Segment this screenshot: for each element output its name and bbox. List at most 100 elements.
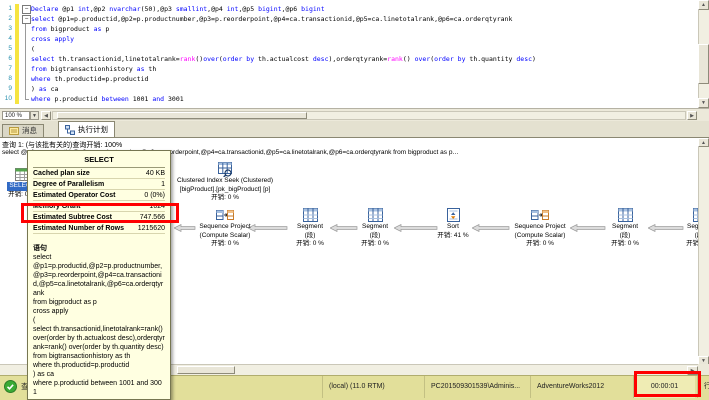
line-number: 8 [0, 74, 15, 84]
code-text: select @p1=p.productid,@p2=p.productnumb… [31, 14, 512, 24]
fold-guide [21, 94, 31, 104]
plan-scroll-up-icon[interactable]: ▲ [698, 138, 709, 147]
code-token: ) [31, 85, 39, 93]
line-number: 4 [0, 34, 15, 44]
code-token: bigtransactionhistory [51, 65, 137, 73]
tooltip-statement-line: select th.transactionid,linetotalrank=ra… [33, 325, 165, 352]
code-token: cross apply [31, 35, 74, 43]
tab-messages[interactable]: 消息 [2, 124, 44, 137]
scroll-right-icon[interactable]: ▶ [687, 111, 697, 120]
tooltip-rows: Cached plan size 40 KB Degree of Paralleli… [33, 168, 165, 234]
code-text: where th.productid=p.productid [31, 74, 148, 84]
tooltip-statement-line: cross apply [33, 307, 165, 316]
editor-hscroll-row: 100 % ▼ ◀ ▶ [0, 108, 709, 121]
clustered-index-seek-icon [217, 162, 233, 177]
code-token: ),orderqtyrank= [328, 55, 387, 63]
code-line[interactable]: 5( [0, 44, 536, 54]
code-line[interactable]: 4 cross apply [0, 34, 536, 44]
code-line[interactable]: 2 select @p1=p.productid,@p2=p.productnum… [0, 14, 536, 24]
success-check-icon [4, 380, 17, 393]
operator-tooltip: SELECT Cached plan size 40 KB Degree of Pa… [27, 150, 171, 400]
code-token: rank [387, 55, 403, 63]
code-token: th.productid=p.productid [54, 75, 148, 83]
code-line[interactable]: 6select th.transactionid,linetotalrank=r… [0, 54, 536, 64]
execution-plan-icon [65, 125, 75, 135]
code-token: order by [223, 55, 258, 63]
editor-hscroll-thumb[interactable] [57, 112, 307, 119]
zoom-dropdown-arrow-icon[interactable]: ▼ [30, 111, 39, 120]
code-token: nvarchar [109, 5, 140, 13]
tooltip-stat-label: Degree of Parallelism [33, 181, 104, 188]
tooltip-stat-row: Estimated Operator Cost0 (0%) [33, 190, 165, 201]
code-token: as [94, 25, 106, 33]
code-line[interactable]: 7from bigtransactionhistory as th [0, 64, 536, 74]
tooltip-stat-label: Cached plan size [33, 170, 90, 177]
code-token: select [31, 55, 58, 63]
plan-node-label: [bigProduct].[pk_bigProduct] [p] [165, 186, 285, 195]
code-line[interactable]: 3from bigproduct as p [0, 24, 536, 34]
plan-hscroll-thumb[interactable] [177, 366, 235, 374]
code-token: over [203, 55, 219, 63]
fold-guide [21, 24, 31, 34]
tooltip-stat-value: 40 KB [146, 170, 165, 177]
plan-node[interactable]: Clustered Index Seek (Clustered)[bigProd… [165, 162, 285, 203]
line-number: 1 [0, 4, 15, 14]
tab-execution-plan[interactable]: 执行计划 [58, 121, 115, 137]
code-token: int [78, 5, 90, 13]
annotation-highlight-box [21, 203, 179, 223]
line-number: 5 [0, 44, 15, 54]
sql-editor[interactable]: 1Declare @p1 int,@p2 nvarchar(50),@p3 sm… [0, 0, 709, 108]
scroll-up-icon[interactable]: ▲ [698, 0, 709, 10]
line-number: 2 [0, 14, 15, 24]
fold-collapse-icon[interactable] [21, 4, 31, 14]
code-line[interactable]: 9) as ca [0, 84, 536, 94]
tooltip-title: SELECT [33, 153, 165, 168]
tooltip-stat-label: Estimated Operator Cost [33, 192, 115, 199]
code-token: Declare [31, 5, 62, 13]
zoom-level-select[interactable]: 100 % [2, 111, 30, 120]
fold-guide [21, 84, 31, 94]
tooltip-statement-line: select [33, 253, 165, 262]
code-line[interactable]: 8 where th.productid=p.productid [0, 74, 536, 84]
sequence-project-icon [216, 208, 234, 222]
code-token: p [105, 25, 109, 33]
code-line[interactable]: 1Declare @p1 int,@p2 nvarchar(50),@p3 sm… [0, 4, 536, 14]
tab-execution-plan-label: 执行计划 [78, 122, 108, 137]
tooltip-stat-label: Estimated Number of Rows [33, 225, 124, 232]
code-token: @p1=p.productid,@p2=p.productnumber,@p3=… [58, 15, 512, 23]
code-token: where [31, 95, 54, 103]
results-tab-strip: 消息 执行计划 [0, 121, 709, 137]
change-tracking-bar [15, 14, 19, 24]
plan-vscrollbar[interactable]: ▲ ▼ [698, 138, 709, 365]
code-token: bigint [258, 5, 281, 13]
fold-guide [21, 44, 31, 54]
code-area[interactable]: 1Declare @p1 int,@p2 nvarchar(50),@p3 sm… [0, 4, 536, 104]
tooltip-statement-line: where th.productid=p.productid [33, 361, 165, 370]
editor-hscroll-track[interactable] [52, 111, 686, 120]
code-token: as [39, 85, 51, 93]
code-line[interactable]: 10where p.productid between 1001 and 300… [0, 94, 536, 104]
line-number: 10 [0, 94, 15, 104]
scroll-left-icon[interactable]: ◀ [41, 111, 51, 120]
change-tracking-bar [15, 84, 19, 94]
change-tracking-bar [15, 44, 19, 54]
fold-collapse-icon[interactable] [21, 14, 31, 24]
code-text: ( [31, 44, 35, 54]
plan-node-icon-wrap [165, 162, 285, 177]
code-text: cross apply [31, 34, 74, 44]
editor-vscrollbar[interactable]: ▲ ▼ [698, 0, 709, 108]
code-token: and [152, 95, 168, 103]
line-number: 3 [0, 24, 15, 34]
code-text: select th.transactionid,linetotalrank=ra… [31, 54, 536, 64]
code-token: ,@p6 [282, 5, 302, 13]
code-token: () [403, 55, 415, 63]
change-tracking-bar [15, 34, 19, 44]
status-cell: PC201509301539\Adminis... [424, 376, 528, 398]
editor-vscroll-thumb[interactable] [698, 44, 709, 84]
tooltip-statement-line: ) as ca [33, 370, 165, 379]
scroll-down-icon[interactable]: ▼ [698, 98, 709, 108]
code-token: where [31, 75, 54, 83]
change-tracking-bar [15, 94, 19, 104]
code-token: smallint [176, 5, 207, 13]
code-token: between [101, 95, 132, 103]
